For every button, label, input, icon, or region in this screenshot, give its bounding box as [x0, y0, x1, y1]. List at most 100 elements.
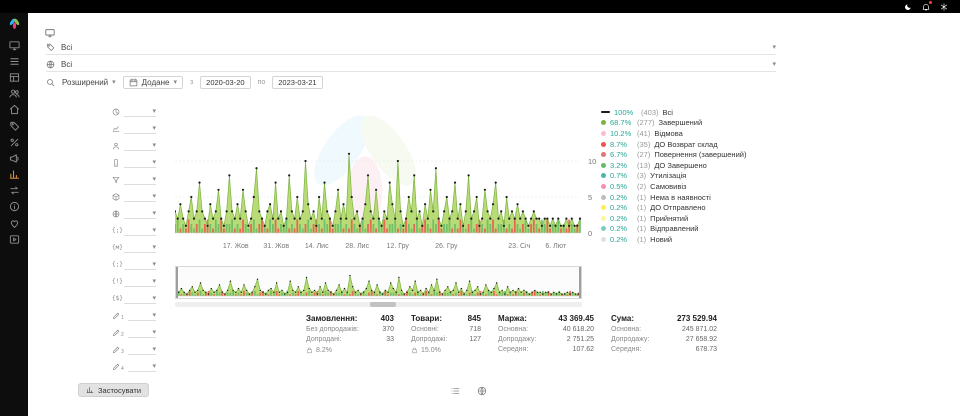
sidebar-item-orders[interactable]: [9, 56, 20, 67]
legend-item[interactable]: 0.2%(1)Відправлений: [601, 224, 746, 235]
custom-field-icon: [112, 312, 120, 320]
legend-item[interactable]: 0.2%(1)Новий: [601, 234, 746, 245]
x-tick-label: 28. Лис: [339, 243, 375, 250]
app-logo[interactable]: [8, 17, 21, 30]
filter-row: ▾: [112, 137, 156, 154]
scrollbar-thumb[interactable]: [370, 302, 396, 307]
filter-row: ▾: [112, 205, 156, 222]
code-field-icon: {;}: [112, 227, 120, 235]
pie-icon: [112, 108, 120, 116]
orders-timeline-chart[interactable]: [175, 95, 585, 243]
legend-label: ДО Завершено: [654, 161, 706, 170]
date-field-select[interactable]: Додане ▾: [123, 76, 183, 89]
code-field-icon: {;}: [112, 261, 120, 269]
notifications-icon[interactable]: [922, 3, 930, 11]
legend-item[interactable]: 0.2%(1)Нема в наявності: [601, 192, 746, 203]
filter-select[interactable]: ▾: [124, 174, 156, 185]
sidebar-item-clients[interactable]: [9, 88, 20, 99]
x-tick-label: 14. Лис: [299, 243, 335, 250]
sidebar-item-tags[interactable]: [9, 121, 20, 132]
stat-value: 43 369.45: [558, 314, 594, 323]
stats-column: Маржа:43 369.45Основна:40 618.20Допродаж…: [498, 314, 594, 354]
filter-select[interactable]: ▾: [124, 225, 156, 236]
filter-select[interactable]: ▾: [128, 361, 156, 372]
date-from-input[interactable]: 2020-03-20: [200, 76, 250, 89]
summary-table-icon[interactable]: [450, 386, 460, 396]
filter-select[interactable]: ▾: [124, 140, 156, 151]
sidebar-item-favorites[interactable]: [9, 218, 20, 229]
chevron-down-icon: ▾: [152, 227, 156, 234]
legend-percent: 0.2%: [610, 224, 633, 233]
filter-select[interactable]: ▾: [124, 106, 156, 117]
chart-navigator[interactable]: [175, 266, 582, 299]
mode-select-value: Розширений: [62, 78, 108, 87]
legend-item[interactable]: 6.7%(27)Повернення (завершений): [601, 149, 746, 160]
legend-item[interactable]: 8.7%(35)ДО Возврат склад: [601, 139, 746, 150]
legend-label: Нема в наявності: [650, 193, 711, 202]
status-filter-select[interactable]: Всі ▾: [46, 40, 776, 55]
holiday-mode-icon[interactable]: [940, 3, 948, 11]
from-label: з: [190, 79, 193, 86]
filter-select[interactable]: ▾: [124, 208, 156, 219]
sidebar-item-products[interactable]: [9, 72, 20, 83]
geo-view-icon[interactable]: [477, 386, 487, 396]
source-filter-select[interactable]: Всі ▾: [46, 57, 776, 72]
sidebar-item-info[interactable]: [9, 201, 20, 212]
view-toggles: [450, 386, 487, 396]
stat-subrow: Основні:718: [411, 326, 481, 333]
sidebar-nav: [9, 37, 20, 247]
stat-subrow: Середня:678.73: [611, 346, 717, 353]
filter-select[interactable]: ▾: [124, 259, 156, 270]
apply-filters-button[interactable]: Застосувати: [78, 383, 149, 397]
legend-label: Повернення (завершений): [654, 150, 746, 159]
chevron-down-icon: ▾: [112, 79, 116, 86]
sidebar-item-discounts[interactable]: [9, 137, 20, 148]
sidebar-item-dashboard[interactable]: [9, 40, 20, 51]
filter-select[interactable]: ▾: [124, 157, 156, 168]
dark-mode-icon[interactable]: [904, 3, 912, 11]
filter-select[interactable]: ▾: [128, 310, 156, 321]
legend-item[interactable]: 0.2%(1)Прийнятий: [601, 213, 746, 224]
mode-select[interactable]: Розширений ▾: [62, 78, 116, 87]
legend-item[interactable]: 10.2%(41)Відмова: [601, 128, 746, 139]
chevron-down-icon: ▾: [173, 79, 177, 86]
filter-row: {;} ▾: [112, 256, 156, 273]
chevron-down-icon: ▾: [152, 176, 156, 183]
sidebar-item-video-tutorials[interactable]: [9, 234, 20, 245]
search-icon[interactable]: [46, 78, 55, 87]
legend-item[interactable]: 0.7%(3)Утилізація: [601, 171, 746, 182]
legend-item[interactable]: 68.7%(277)Завершений: [601, 118, 746, 129]
legend-count: (277): [637, 118, 655, 127]
filter-select[interactable]: ▾: [124, 123, 156, 134]
legend-dot-marker: [601, 226, 606, 231]
legend-dot-marker: [601, 152, 606, 157]
sidebar-item-shop[interactable]: [9, 104, 20, 115]
phone-icon: [112, 159, 120, 167]
legend-count: (41): [637, 129, 650, 138]
legend-item[interactable]: 100%(403)Всі: [601, 107, 746, 118]
navigator-scrollbar[interactable]: [175, 302, 582, 307]
filter-select[interactable]: ▾: [128, 344, 156, 355]
filter-select[interactable]: ▾: [124, 293, 156, 304]
funnel-icon: [112, 176, 120, 184]
filter-select[interactable]: ▾: [124, 242, 156, 253]
sidebar-item-statistics[interactable]: [9, 169, 20, 180]
display-icon[interactable]: [45, 28, 55, 38]
notification-badge: [929, 1, 932, 4]
filter-select[interactable]: ▾: [124, 191, 156, 202]
sidebar-item-marketing[interactable]: [9, 153, 20, 164]
legend-item[interactable]: 0.2%(1)ДО Отправлено: [601, 202, 746, 213]
legend-dot-marker: [601, 184, 606, 189]
filter-select[interactable]: ▾: [124, 276, 156, 287]
legend-item[interactable]: 0.5%(2)Самовивіз: [601, 181, 746, 192]
chart-icon: [86, 386, 94, 394]
tags-filter-icon: [46, 43, 55, 52]
stat-title: Товари:: [411, 314, 442, 323]
filter-select[interactable]: ▾: [128, 327, 156, 338]
date-to-input[interactable]: 2023-03-21: [272, 76, 322, 89]
custom-field-number: 1: [121, 315, 124, 324]
sidebar-item-integrations[interactable]: [9, 185, 20, 196]
legend-item[interactable]: 3.2%(13)ДО Завершено: [601, 160, 746, 171]
upsell-percent: 8.2%: [306, 347, 394, 354]
legend-percent: 3.2%: [610, 161, 633, 170]
